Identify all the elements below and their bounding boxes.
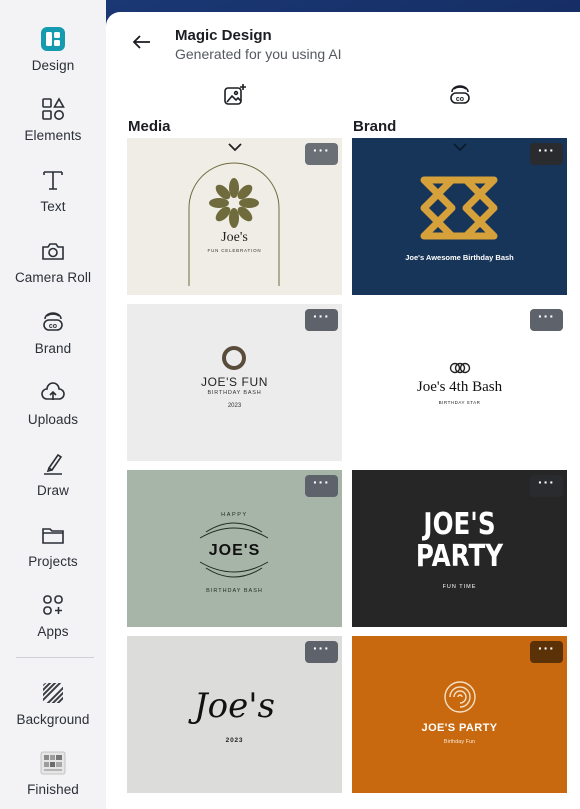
card-tagline: FUN TIME — [442, 584, 477, 590]
camera-icon — [42, 243, 64, 260]
sidebar-divider — [16, 657, 94, 658]
text-icon — [43, 171, 63, 190]
card-tagline: BIRTHDAY STAR — [438, 400, 481, 405]
card-title: JOE'S FUN — [200, 375, 269, 389]
sidebar: Design Elements Text Camera Roll co Bran — [0, 0, 106, 809]
design-card-7[interactable]: Joe's 2023 ··· — [127, 636, 342, 793]
more-options-button[interactable]: ··· — [305, 143, 338, 165]
design-card-2[interactable]: Joe's Awesome Birthday Bash ··· — [352, 138, 567, 295]
design-card-1[interactable]: Joe's FUN CELEBRATION ··· — [127, 138, 342, 295]
sidebar-item-brand[interactable]: co Brand — [0, 309, 106, 356]
card-title: Joe's — [221, 230, 248, 245]
svg-text:co: co — [456, 96, 464, 103]
card-tagline: BIRTHDAY BASH — [206, 588, 263, 594]
card-title: JOE'S — [208, 542, 261, 559]
design-icon — [41, 27, 65, 51]
interlocked-diamonds-logo — [420, 176, 498, 240]
sidebar-item-draw[interactable]: Draw — [0, 451, 106, 498]
flower-logo — [188, 162, 280, 286]
sidebar-item-label: Camera Roll — [14, 270, 92, 285]
card-tagline: BIRTHDAY BASH — [207, 390, 262, 396]
more-options-button[interactable]: ··· — [305, 641, 338, 663]
more-options-button[interactable]: ··· — [305, 309, 338, 331]
page-subtitle: Generated for you using AI — [175, 46, 342, 62]
sidebar-item-label: Draw — [37, 483, 69, 498]
sidebar-item-label: Background — [16, 712, 90, 727]
brand-icon: co — [450, 85, 470, 104]
magic-design-panel: Magic Design Generated for you using AI … — [106, 12, 580, 809]
apps-icon — [43, 595, 63, 615]
design-card-5[interactable]: HAPPY JOE'S BIRTHDAY BASH ··· — [127, 470, 342, 627]
card-title-line1: JOE'S — [423, 507, 496, 542]
sidebar-item-background[interactable]: Background — [0, 680, 106, 727]
more-options-button[interactable]: ··· — [530, 641, 563, 663]
more-options-button[interactable]: ··· — [530, 475, 563, 497]
card-title-line2: PARTY — [415, 539, 504, 574]
design-card-3[interactable]: JOE'S FUN BIRTHDAY BASH 2023 ··· — [127, 304, 342, 461]
card-title: Joe's 4th Bash — [416, 379, 503, 395]
finished-thumbnail — [40, 751, 66, 775]
sidebar-item-text[interactable]: Text — [0, 167, 106, 214]
card-title: Joe's — [193, 686, 275, 726]
sidebar-item-label: Text — [40, 199, 66, 214]
design-card-4[interactable]: Joe's 4th Bash BIRTHDAY STAR ··· — [352, 304, 567, 461]
ring-logo — [222, 346, 246, 370]
sidebar-item-apps[interactable]: Apps — [0, 592, 106, 639]
draw-icon — [44, 453, 63, 475]
sidebar-item-finished[interactable]: Finished — [0, 750, 106, 797]
rings-logo — [449, 362, 471, 374]
chevron-down-icon — [452, 143, 467, 152]
design-card-6[interactable]: JOE'S PARTY FUN TIME ··· — [352, 470, 567, 627]
sidebar-item-camera-roll[interactable]: Camera Roll — [0, 238, 106, 285]
sidebar-item-projects[interactable]: Projects — [0, 522, 106, 569]
sidebar-item-uploads[interactable]: Uploads — [0, 380, 106, 427]
more-options-button[interactable]: ··· — [305, 475, 338, 497]
card-top-text: HAPPY — [221, 512, 248, 518]
brand-icon: co — [43, 312, 63, 331]
sidebar-item-label: Apps — [37, 624, 69, 639]
sidebar-item-design[interactable]: Design — [0, 26, 106, 73]
svg-text:co: co — [49, 323, 57, 330]
sidebar-item-label: Design — [31, 58, 75, 73]
card-title: JOE'S PARTY — [421, 722, 498, 734]
chevron-down-icon — [227, 143, 242, 152]
concentric-circle-logo — [444, 681, 476, 713]
card-title: Joe's Awesome Birthday Bash — [405, 253, 514, 262]
sidebar-item-label: Elements — [24, 128, 82, 143]
more-options-button[interactable]: ··· — [530, 143, 563, 165]
media-ai-icon — [224, 84, 246, 105]
elements-icon — [42, 97, 65, 120]
card-tagline: Birthday Fun — [443, 739, 476, 745]
card-year: 2023 — [225, 737, 244, 744]
media-column-label: Media — [128, 118, 171, 135]
brand-column-label: Brand — [353, 118, 397, 135]
sidebar-item-label: Projects — [28, 554, 78, 569]
back-arrow-icon[interactable] — [130, 30, 154, 54]
background-icon — [43, 683, 63, 703]
design-card-8[interactable]: JOE'S PARTY Birthday Fun ··· — [352, 636, 567, 793]
sidebar-item-elements[interactable]: Elements — [0, 96, 106, 143]
page-title: Magic Design — [175, 27, 272, 44]
card-year: 2023 — [227, 403, 242, 409]
sidebar-item-label: Brand — [34, 341, 72, 356]
sidebar-item-label: Finished — [27, 782, 79, 797]
folder-icon — [42, 528, 64, 544]
more-options-button[interactable]: ··· — [530, 309, 563, 331]
uploads-icon — [41, 382, 65, 400]
sidebar-item-label: Uploads — [27, 412, 79, 427]
card-tagline: FUN CELEBRATION — [207, 248, 262, 253]
